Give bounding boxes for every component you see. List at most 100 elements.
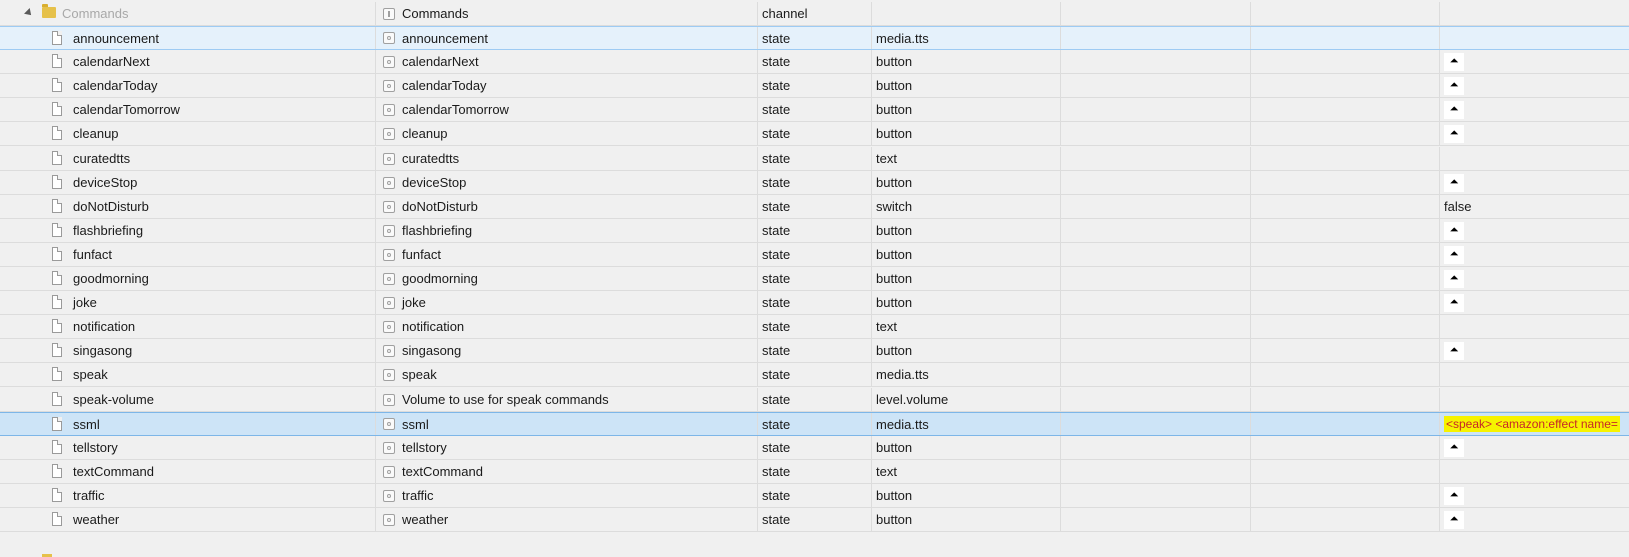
table-row[interactable]: doNotDisturb doNotDisturb state switch false — [0, 195, 1629, 219]
role-cell: media.tts — [872, 27, 1061, 49]
state-title: ssml — [402, 416, 429, 432]
value-cell: ⏶ — [1440, 339, 1629, 362]
state-type: state — [762, 295, 791, 310]
table-row[interactable]: tellstory tellstory state button ⏶ — [0, 436, 1629, 460]
title-cell: textCommand — [376, 460, 758, 483]
table-row[interactable]: speak-volume Volume to use for speak comm… — [0, 388, 1629, 412]
name-cell: traffic — [0, 484, 376, 507]
bell-icon[interactable]: ⏶ — [1444, 245, 1464, 264]
table-row[interactable]: calendarToday calendarToday state button ⏶ — [0, 74, 1629, 98]
value-cell — [1440, 27, 1629, 49]
table-row[interactable]: goodmorning goodmorning state button ⏶ — [0, 267, 1629, 291]
table-row[interactable]: weather weather state button ⏶ — [0, 508, 1629, 532]
name-cell: deviceStop — [0, 171, 376, 194]
state-role: text — [876, 319, 897, 334]
room-cell — [1061, 2, 1251, 25]
state-title: calendarNext — [402, 54, 479, 69]
state-role: button — [876, 175, 913, 190]
document-icon — [52, 271, 62, 285]
table-row[interactable]: textCommand textCommand state text — [0, 460, 1629, 484]
state-title: cleanup — [402, 126, 448, 141]
state-title: announcement — [402, 30, 489, 46]
name-cell: speak — [0, 363, 376, 386]
table-row[interactable]: calendarNext calendarNext state button ⏶ — [0, 50, 1629, 74]
state-type-icon — [383, 79, 395, 92]
room-cell — [1061, 291, 1251, 314]
room-cell — [1061, 243, 1251, 266]
state-type: state — [762, 223, 791, 238]
role-cell: level.volume — [872, 388, 1061, 411]
table-row[interactable]: funfact funfact state button ⏶ — [0, 243, 1629, 267]
state-type: state — [762, 199, 791, 214]
bell-icon[interactable]: ⏶ — [1444, 510, 1464, 529]
bell-icon[interactable]: ⏶ — [1444, 124, 1464, 143]
role-cell: button — [872, 219, 1061, 242]
bell-icon[interactable]: ⏶ — [1444, 269, 1464, 288]
table-row[interactable]: joke joke state button ⏶ — [0, 291, 1629, 315]
role-cell: text — [872, 147, 1061, 170]
state-type: state — [762, 30, 791, 46]
bell-icon[interactable]: ⏶ — [1444, 76, 1464, 95]
table-row[interactable]: singasong singasong state button ⏶ — [0, 339, 1629, 363]
table-row[interactable]: announcement announcement state media.tts — [0, 26, 1629, 50]
table-row[interactable]: ssml ssml state media.tts <speak> <amazon:ef… — [0, 412, 1629, 436]
table-row[interactable]: deviceStop deviceStop state button ⏶ — [0, 171, 1629, 195]
function-cell — [1251, 122, 1440, 145]
state-title: goodmorning — [402, 271, 478, 286]
title-cell: funfact — [376, 243, 758, 266]
room-cell — [1061, 388, 1251, 411]
bell-icon[interactable]: ⏶ — [1444, 341, 1464, 360]
function-cell — [1251, 195, 1440, 218]
table-row[interactable]: curatedtts curatedtts state text — [0, 147, 1629, 171]
name-cell: calendarNext — [0, 50, 376, 73]
state-type-icon — [383, 296, 395, 309]
type-cell: channel — [758, 2, 872, 25]
room-cell — [1061, 339, 1251, 362]
state-type: state — [762, 102, 791, 117]
table-row[interactable]: flashbriefing flashbriefing state button ⏶ — [0, 219, 1629, 243]
value-cell: ⏶ — [1440, 508, 1629, 531]
state-name: deviceStop — [73, 175, 138, 190]
room-cell — [1061, 315, 1251, 338]
document-icon — [52, 199, 62, 213]
value-cell: ⏶ — [1440, 171, 1629, 194]
state-name: ssml — [73, 416, 100, 432]
value-cell — [1440, 388, 1629, 411]
bell-icon[interactable]: ⏶ — [1444, 52, 1464, 71]
title-cell: flashbriefing — [376, 219, 758, 242]
state-type-icon — [383, 418, 395, 430]
table-row[interactable]: calendarTomorrow calendarTomorrow state but… — [0, 98, 1629, 122]
folder-row-commands[interactable]: Commands Commands channel — [0, 2, 1629, 26]
title-cell: announcement — [376, 27, 758, 49]
bell-icon[interactable]: ⏶ — [1444, 221, 1464, 240]
room-cell — [1061, 74, 1251, 97]
state-role: media.tts — [876, 416, 929, 432]
state-type: state — [762, 151, 791, 166]
bell-icon[interactable]: ⏶ — [1444, 100, 1464, 119]
table-row[interactable]: speak speak state media.tts — [0, 363, 1629, 387]
state-role: button — [876, 54, 913, 69]
table-row[interactable]: notification notification state text — [0, 315, 1629, 339]
name-cell: funfact — [0, 243, 376, 266]
type-cell: state — [758, 388, 872, 411]
bell-icon[interactable]: ⏶ — [1444, 293, 1464, 312]
bell-icon[interactable]: ⏶ — [1444, 486, 1464, 505]
function-cell — [1251, 388, 1440, 411]
channel-icon — [383, 7, 395, 20]
object-tree-grid: Commands Commands channel announcement an… — [0, 0, 1629, 557]
bell-icon[interactable]: ⏶ — [1444, 438, 1464, 457]
role-cell: media.tts — [872, 363, 1061, 386]
bell-icon[interactable]: ⏶ — [1444, 173, 1464, 192]
type-cell: state — [758, 484, 872, 507]
table-row[interactable]: traffic traffic state button ⏶ — [0, 484, 1629, 508]
room-cell — [1061, 122, 1251, 145]
table-row[interactable]: cleanup cleanup state button ⏶ — [0, 122, 1629, 146]
state-name: calendarNext — [73, 54, 150, 69]
state-value[interactable]: false — [1440, 199, 1471, 214]
room-cell — [1061, 484, 1251, 507]
state-type-icon — [383, 55, 395, 68]
type-cell: state — [758, 27, 872, 49]
ssml-value-text[interactable]: <speak> <amazon:effect name= — [1444, 416, 1620, 432]
state-title: flashbriefing — [402, 223, 473, 238]
room-cell — [1061, 460, 1251, 483]
